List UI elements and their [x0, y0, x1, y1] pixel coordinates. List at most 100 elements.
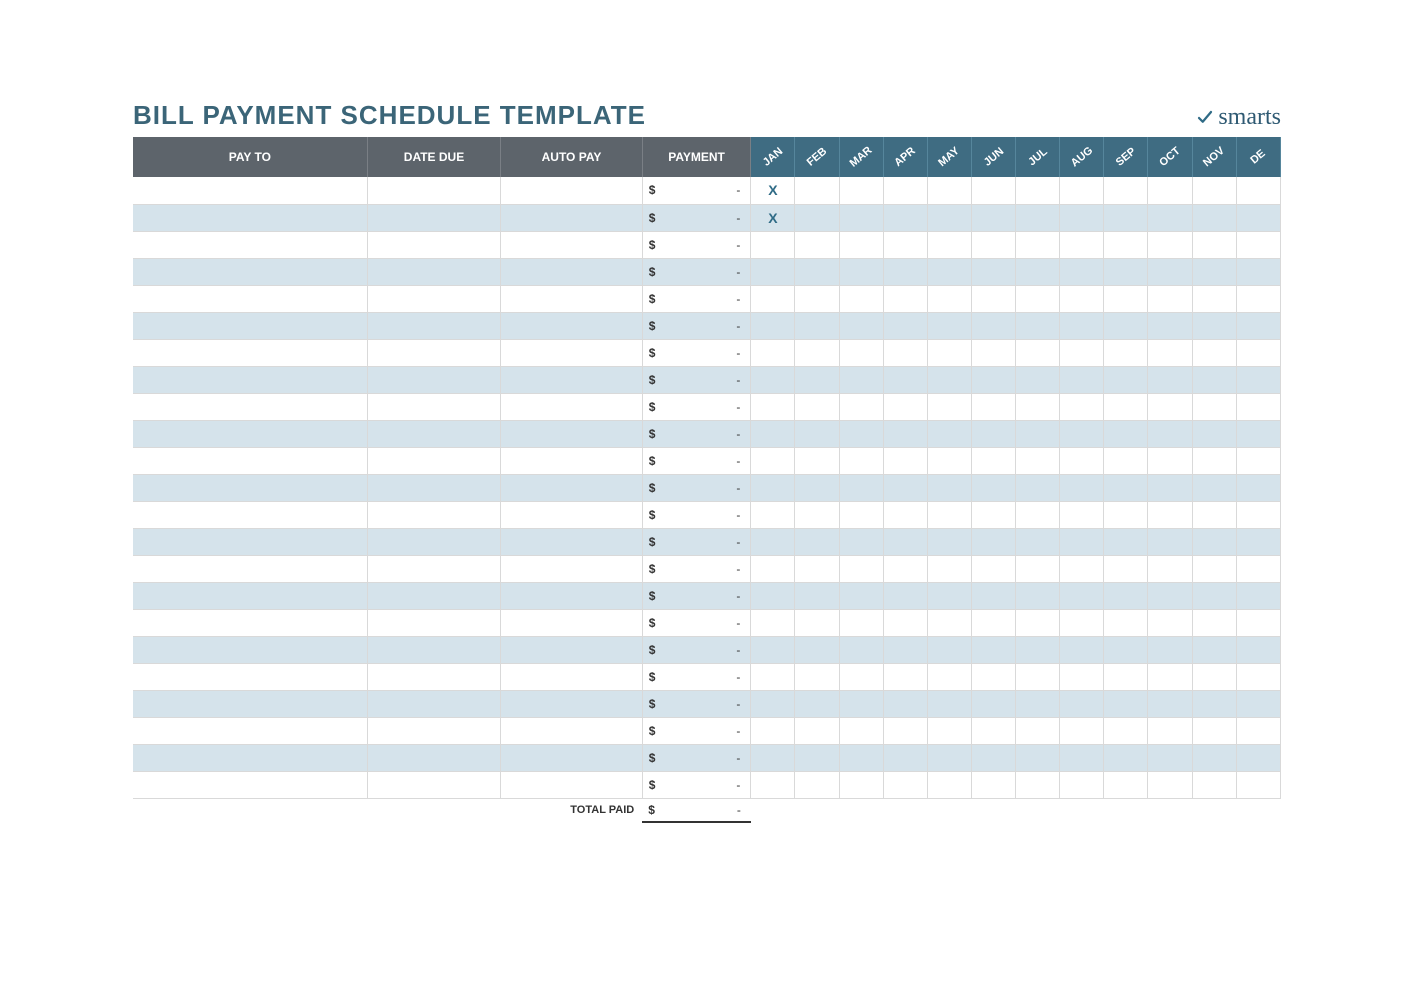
cell-payment[interactable]: $-: [642, 636, 751, 663]
cell-month[interactable]: [1192, 447, 1236, 474]
cell-month[interactable]: [1016, 609, 1060, 636]
cell-month[interactable]: [1236, 231, 1280, 258]
cell-month[interactable]: [839, 582, 883, 609]
cell-payment[interactable]: $-: [642, 447, 751, 474]
cell-month[interactable]: [1016, 528, 1060, 555]
cell-month[interactable]: [1016, 744, 1060, 771]
cell-month[interactable]: [1104, 744, 1148, 771]
cell-month[interactable]: [751, 501, 795, 528]
cell-month[interactable]: [839, 447, 883, 474]
cell-month[interactable]: [1060, 771, 1104, 798]
cell-month[interactable]: X: [751, 204, 795, 231]
cell-month[interactable]: [927, 771, 971, 798]
cell-auto-pay[interactable]: [501, 447, 642, 474]
cell-month[interactable]: [1104, 393, 1148, 420]
cell-month[interactable]: [1236, 312, 1280, 339]
cell-date-due[interactable]: [367, 663, 501, 690]
cell-month[interactable]: X: [751, 177, 795, 204]
cell-month[interactable]: [927, 366, 971, 393]
cell-month[interactable]: [1060, 582, 1104, 609]
cell-month[interactable]: [1148, 177, 1192, 204]
cell-auto-pay[interactable]: [501, 690, 642, 717]
cell-month[interactable]: [927, 609, 971, 636]
cell-month[interactable]: [1060, 690, 1104, 717]
cell-month[interactable]: [839, 501, 883, 528]
cell-month[interactable]: [1236, 690, 1280, 717]
cell-payment[interactable]: $-: [642, 771, 751, 798]
cell-month[interactable]: [1104, 690, 1148, 717]
cell-pay-to[interactable]: [133, 420, 367, 447]
cell-month[interactable]: [751, 312, 795, 339]
cell-month[interactable]: [883, 555, 927, 582]
cell-month[interactable]: [1192, 663, 1236, 690]
cell-month[interactable]: [1104, 663, 1148, 690]
cell-month[interactable]: [1016, 501, 1060, 528]
cell-month[interactable]: [883, 636, 927, 663]
cell-month[interactable]: [883, 366, 927, 393]
cell-month[interactable]: [1236, 528, 1280, 555]
cell-month[interactable]: [883, 663, 927, 690]
cell-month[interactable]: [927, 420, 971, 447]
cell-month[interactable]: [1236, 717, 1280, 744]
cell-month[interactable]: [1104, 771, 1148, 798]
cell-month[interactable]: [751, 231, 795, 258]
cell-month[interactable]: [1104, 555, 1148, 582]
cell-month[interactable]: [883, 744, 927, 771]
cell-month[interactable]: [839, 555, 883, 582]
cell-month[interactable]: [1148, 447, 1192, 474]
cell-month[interactable]: [971, 474, 1015, 501]
cell-date-due[interactable]: [367, 609, 501, 636]
cell-auto-pay[interactable]: [501, 663, 642, 690]
cell-month[interactable]: [751, 474, 795, 501]
cell-payment[interactable]: $-: [642, 717, 751, 744]
cell-date-due[interactable]: [367, 582, 501, 609]
cell-month[interactable]: [1236, 555, 1280, 582]
cell-month[interactable]: [1192, 393, 1236, 420]
cell-month[interactable]: [1104, 528, 1148, 555]
cell-month[interactable]: [839, 204, 883, 231]
cell-month[interactable]: [1148, 609, 1192, 636]
cell-month[interactable]: [1104, 717, 1148, 744]
cell-month[interactable]: [1192, 636, 1236, 663]
cell-month[interactable]: [971, 609, 1015, 636]
cell-month[interactable]: [751, 420, 795, 447]
cell-month[interactable]: [971, 690, 1015, 717]
cell-auto-pay[interactable]: [501, 717, 642, 744]
cell-auto-pay[interactable]: [501, 312, 642, 339]
cell-payment[interactable]: $-: [642, 744, 751, 771]
cell-auto-pay[interactable]: [501, 420, 642, 447]
cell-month[interactable]: [1104, 501, 1148, 528]
cell-payment[interactable]: $-: [642, 204, 751, 231]
cell-month[interactable]: [1148, 555, 1192, 582]
cell-month[interactable]: [1192, 690, 1236, 717]
cell-month[interactable]: [795, 258, 839, 285]
cell-pay-to[interactable]: [133, 285, 367, 312]
cell-payment[interactable]: $-: [642, 474, 751, 501]
cell-month[interactable]: [1060, 420, 1104, 447]
cell-pay-to[interactable]: [133, 393, 367, 420]
cell-month[interactable]: [1104, 636, 1148, 663]
cell-auto-pay[interactable]: [501, 474, 642, 501]
cell-month[interactable]: [795, 663, 839, 690]
cell-month[interactable]: [1016, 420, 1060, 447]
cell-pay-to[interactable]: [133, 717, 367, 744]
cell-month[interactable]: [1060, 555, 1104, 582]
cell-month[interactable]: [1016, 393, 1060, 420]
cell-month[interactable]: [1104, 474, 1148, 501]
cell-month[interactable]: [795, 420, 839, 447]
cell-month[interactable]: [883, 609, 927, 636]
cell-payment[interactable]: $-: [642, 501, 751, 528]
cell-month[interactable]: [927, 285, 971, 312]
cell-pay-to[interactable]: [133, 663, 367, 690]
cell-month[interactable]: [839, 339, 883, 366]
cell-month[interactable]: [839, 258, 883, 285]
cell-date-due[interactable]: [367, 744, 501, 771]
cell-month[interactable]: [971, 663, 1015, 690]
cell-month[interactable]: [1060, 717, 1104, 744]
cell-payment[interactable]: $-: [642, 258, 751, 285]
cell-month[interactable]: [927, 393, 971, 420]
cell-month[interactable]: [795, 501, 839, 528]
cell-month[interactable]: [1060, 258, 1104, 285]
cell-month[interactable]: [751, 528, 795, 555]
cell-month[interactable]: [751, 744, 795, 771]
